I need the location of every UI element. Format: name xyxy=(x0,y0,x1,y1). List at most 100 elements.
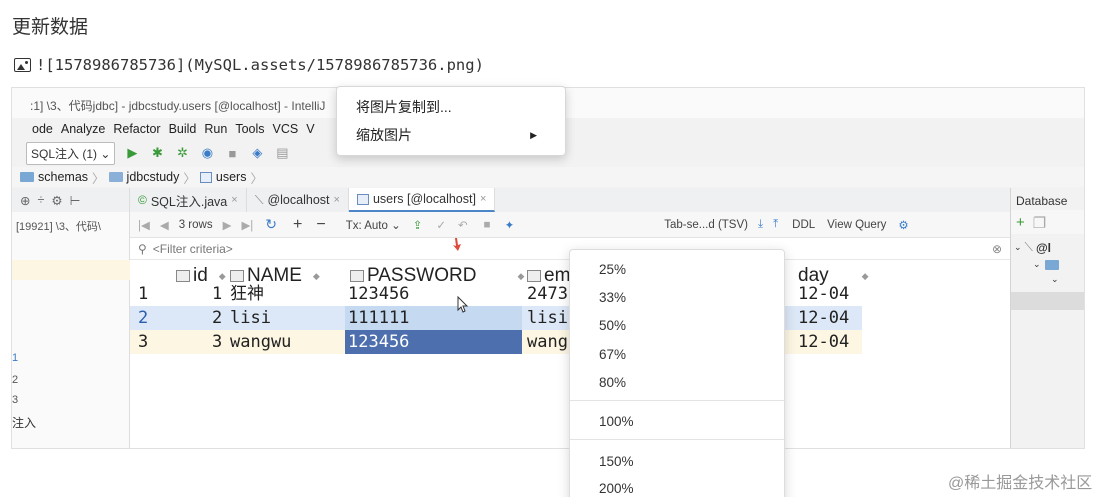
zoom-option-33[interactable]: 33% xyxy=(599,290,626,305)
zoom-option-200[interactable]: 200% xyxy=(599,481,634,496)
markdown-image-source[interactable]: ![1578986785736](MySQL.assets/1578986785… xyxy=(36,56,484,74)
settings-icon[interactable]: ⚙ xyxy=(898,218,908,232)
chevron-down-icon[interactable]: ⌄ xyxy=(1011,270,1084,285)
download-icon[interactable]: ⤓ xyxy=(758,218,763,231)
row-number: 2 xyxy=(138,308,149,328)
menu-item-vcs[interactable]: VCS xyxy=(273,122,299,136)
filter-search-icon: ⚲ xyxy=(138,241,147,256)
zoom-option-67[interactable]: 67% xyxy=(599,347,626,362)
refresh-icon[interactable]: ↻ xyxy=(265,216,277,233)
remove-row-icon[interactable]: − xyxy=(316,216,325,234)
close-icon[interactable]: × xyxy=(231,194,237,206)
menu-item-tools[interactable]: Tools xyxy=(235,122,264,136)
export-format-select[interactable]: Tab-se...d (TSV) xyxy=(664,219,748,231)
zoom-option-50[interactable]: 50% xyxy=(599,318,626,333)
cell-id[interactable]: 2 xyxy=(212,306,222,330)
cell-email[interactable]: wang xyxy=(527,330,569,354)
add-icon[interactable]: + xyxy=(1016,214,1025,234)
submit-icon[interactable]: ⇪ xyxy=(413,218,423,232)
cell-password[interactable]: 123456 xyxy=(348,282,409,306)
menu-item-view[interactable]: V xyxy=(306,122,314,136)
close-icon[interactable]: × xyxy=(334,194,340,206)
zoom-option-150[interactable]: 150% xyxy=(599,454,634,469)
menu-item-copy-image-to[interactable]: 将图片复制到... xyxy=(337,93,565,121)
revert-icon[interactable]: ↶ xyxy=(458,218,468,232)
run-config-select[interactable]: SQL注入 (1) ⌄ xyxy=(26,141,116,165)
menu-item-run[interactable]: Run xyxy=(204,122,227,136)
cell-birthday[interactable]: 12-04 xyxy=(798,330,849,354)
stop-icon[interactable]: ■ xyxy=(224,145,240,161)
project-item-injection[interactable]: 注入 xyxy=(12,414,36,431)
tab-label: users [@localhost] xyxy=(372,192,476,206)
zoom-option-80[interactable]: 80% xyxy=(599,375,626,390)
update-icon[interactable]: ◈ xyxy=(249,145,265,161)
last-page-icon[interactable]: ▶| xyxy=(241,218,253,232)
database-tree-child[interactable]: ⌄ xyxy=(1011,255,1084,270)
tab-localhost[interactable]: ⟍ @localhost × xyxy=(247,188,349,212)
cell-id[interactable]: 3 xyxy=(212,330,222,354)
upload-icon[interactable]: ⤒ xyxy=(773,218,778,231)
panel-toolbar: ⊕ ÷ ⚙ ⊢ xyxy=(12,188,130,212)
key-column-icon xyxy=(176,270,190,282)
cell-password[interactable]: 123456 xyxy=(348,330,409,354)
breadcrumb-jdbcstudy[interactable]: jdbcstudy xyxy=(127,170,180,184)
sort-icon[interactable]: ◆ xyxy=(862,271,869,282)
sort-icon[interactable]: ◆ xyxy=(313,271,320,282)
chevron-right-icon: 〉 xyxy=(92,171,105,186)
add-row-icon[interactable]: + xyxy=(293,216,302,234)
menu-item-refactor[interactable]: Refactor xyxy=(113,122,160,136)
database-tree-root[interactable]: ⌄ ⟍ @l xyxy=(1011,234,1084,255)
history-icon[interactable]: ▤ xyxy=(274,145,290,161)
project-path: [19921] \3、代码\ xyxy=(16,221,101,233)
menu-item-label: 缩放图片 xyxy=(356,127,412,143)
sort-icon[interactable]: ◆ xyxy=(219,271,226,282)
debug-icon[interactable]: ✱ xyxy=(149,145,165,161)
breadcrumb-schemas[interactable]: schemas xyxy=(38,170,88,184)
menu-divider xyxy=(570,400,786,401)
editor-tabs: ⊕ ÷ ⚙ ⊢ © SQL注入.java × ⟍ @localhost × us… xyxy=(12,188,1012,212)
chevron-right-icon: 〉 xyxy=(183,171,196,186)
collapse-icon[interactable]: ⊢ xyxy=(70,193,81,208)
compare-icon[interactable]: ✦ xyxy=(505,218,515,232)
prev-page-icon[interactable]: ◀ xyxy=(160,218,169,232)
zoom-option-25[interactable]: 25% xyxy=(599,262,626,277)
next-page-icon[interactable]: ▶ xyxy=(223,218,232,232)
cell-name[interactable]: lisi xyxy=(230,306,271,330)
cell-name[interactable]: wangwu xyxy=(230,330,291,354)
view-query-button[interactable]: View Query xyxy=(827,219,886,231)
cell-birthday[interactable]: 12-04 xyxy=(798,306,849,330)
globe-icon[interactable]: ⊕ xyxy=(20,193,30,208)
check-icon[interactable]: ✓ xyxy=(436,218,446,232)
cell-birthday[interactable]: 12-04 xyxy=(798,282,849,306)
close-icon[interactable]: × xyxy=(480,193,486,205)
copy-icon[interactable]: ❐ xyxy=(1033,214,1046,234)
sort-icon[interactable]: ◆ xyxy=(517,271,524,282)
profile-icon[interactable]: ◉ xyxy=(199,145,215,161)
cell-password[interactable]: 111111 xyxy=(348,306,409,330)
run-icon[interactable]: ▶ xyxy=(124,145,140,161)
filter-input[interactable]: <Filter criteria> xyxy=(153,242,233,256)
gutter-line: 1 xyxy=(12,352,19,364)
breadcrumb-users[interactable]: users xyxy=(216,170,247,184)
cell-email[interactable]: 2473 xyxy=(527,282,569,306)
menu-item-code[interactable]: ode xyxy=(32,122,53,136)
split-icon[interactable]: ÷ xyxy=(37,193,44,207)
menu-item-zoom-image[interactable]: 缩放图片 ▶ xyxy=(337,121,565,149)
stop-icon[interactable]: ■ xyxy=(484,219,491,231)
cell-email[interactable]: lisi xyxy=(527,306,569,330)
cell-id[interactable]: 1 xyxy=(212,282,222,306)
tab-users[interactable]: users [@localhost] × xyxy=(348,188,496,212)
tx-mode-select[interactable]: Tx: Auto ⌄ xyxy=(346,218,401,232)
clear-filter-icon[interactable]: ⊗ xyxy=(992,242,1002,256)
coverage-icon[interactable]: ✲ xyxy=(174,145,190,161)
menu-item-build[interactable]: Build xyxy=(169,122,197,136)
menu-item-analyze[interactable]: Analyze xyxy=(61,122,105,136)
zoom-option-100[interactable]: 100% xyxy=(599,414,634,429)
breadcrumb: schemas 〉 jdbcstudy 〉 users 〉 xyxy=(12,167,1084,187)
gear-icon[interactable]: ⚙ xyxy=(51,193,62,208)
first-page-icon[interactable]: |◀ xyxy=(138,218,150,232)
cell-name[interactable]: 狂神 xyxy=(230,282,264,306)
tab-sql-injection[interactable]: © SQL注入.java × xyxy=(130,188,247,212)
ddl-button[interactable]: DDL xyxy=(792,219,815,231)
column-icon xyxy=(350,270,364,282)
